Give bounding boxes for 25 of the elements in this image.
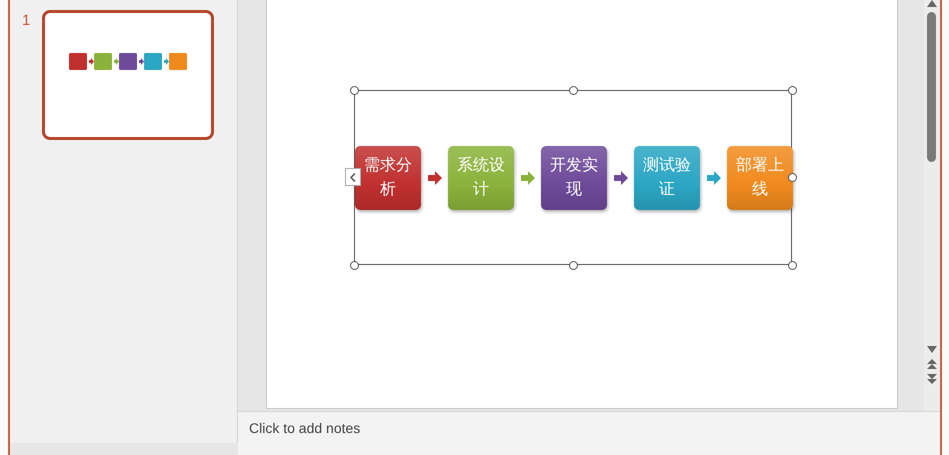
scrollbar-thumb[interactable]: [927, 12, 936, 162]
resize-handle[interactable]: [788, 261, 797, 270]
scroll-up-icon[interactable]: [927, 0, 937, 7]
previous-slide-icon[interactable]: [927, 359, 937, 370]
process-step[interactable]: 测试验证: [634, 146, 700, 210]
arrow-icon: [614, 171, 628, 185]
chevron-left-icon: [350, 172, 356, 182]
slide-number: 1: [22, 12, 32, 29]
resize-handle[interactable]: [788, 86, 797, 95]
scroll-down-icon[interactable]: [927, 346, 937, 353]
resize-handle[interactable]: [350, 261, 359, 270]
resize-handle[interactable]: [569, 86, 578, 95]
resize-handle[interactable]: [788, 173, 797, 182]
process-step[interactable]: 开发实现: [541, 146, 607, 210]
arrow-icon: [428, 171, 442, 185]
resize-handle[interactable]: [350, 86, 359, 95]
arrow-icon: [520, 171, 534, 185]
arrow-icon: [706, 171, 720, 185]
process-step[interactable]: 需求分析: [355, 146, 421, 210]
notes-placeholder[interactable]: Click to add notes: [249, 420, 360, 436]
text-pane-toggle[interactable]: [345, 168, 361, 186]
next-slide-icon[interactable]: [927, 374, 937, 385]
resize-handle[interactable]: [569, 261, 578, 270]
slide-thumbnail[interactable]: [42, 10, 214, 140]
vertical-scrollbar[interactable]: [924, 0, 940, 411]
